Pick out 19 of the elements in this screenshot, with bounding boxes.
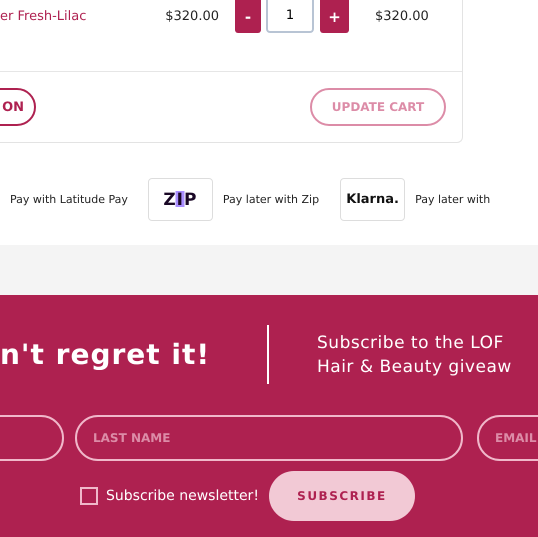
quantity-field[interactable]: 1 bbox=[266, 0, 314, 33]
checkbox-label[interactable]: Subscribe newsletter! bbox=[106, 488, 259, 504]
line-subtotal: $320.00 bbox=[375, 9, 429, 24]
increment-button[interactable]: + bbox=[320, 0, 349, 33]
newsletter-heading: n't regret it! bbox=[0, 338, 212, 371]
checkbox[interactable] bbox=[80, 487, 98, 505]
unit-price: $320.00 bbox=[164, 9, 219, 24]
payment-option-text: Pay later with Zip bbox=[222, 193, 320, 206]
decrement-button[interactable]: - bbox=[235, 0, 261, 33]
input-field[interactable]: LAST NAME bbox=[75, 415, 463, 461]
newsletter-description: Subscribe to the LOF Hair & Beauty giveaw bbox=[317, 332, 512, 378]
product-name-link[interactable]: er Fresh-Lilac bbox=[0, 9, 150, 24]
klarna-logo: Klarna. bbox=[340, 178, 406, 221]
zip-logo: ZIP bbox=[148, 178, 213, 221]
payment-option-text: Pay later with bbox=[415, 193, 490, 206]
subscribe-button[interactable]: SUBSCRIBE bbox=[268, 471, 415, 521]
coupon-button[interactable]: ON bbox=[0, 88, 36, 126]
payment-option-text: Pay with Latitude Pay bbox=[10, 193, 128, 206]
input-field[interactable]: EMAIL bbox=[477, 415, 538, 461]
